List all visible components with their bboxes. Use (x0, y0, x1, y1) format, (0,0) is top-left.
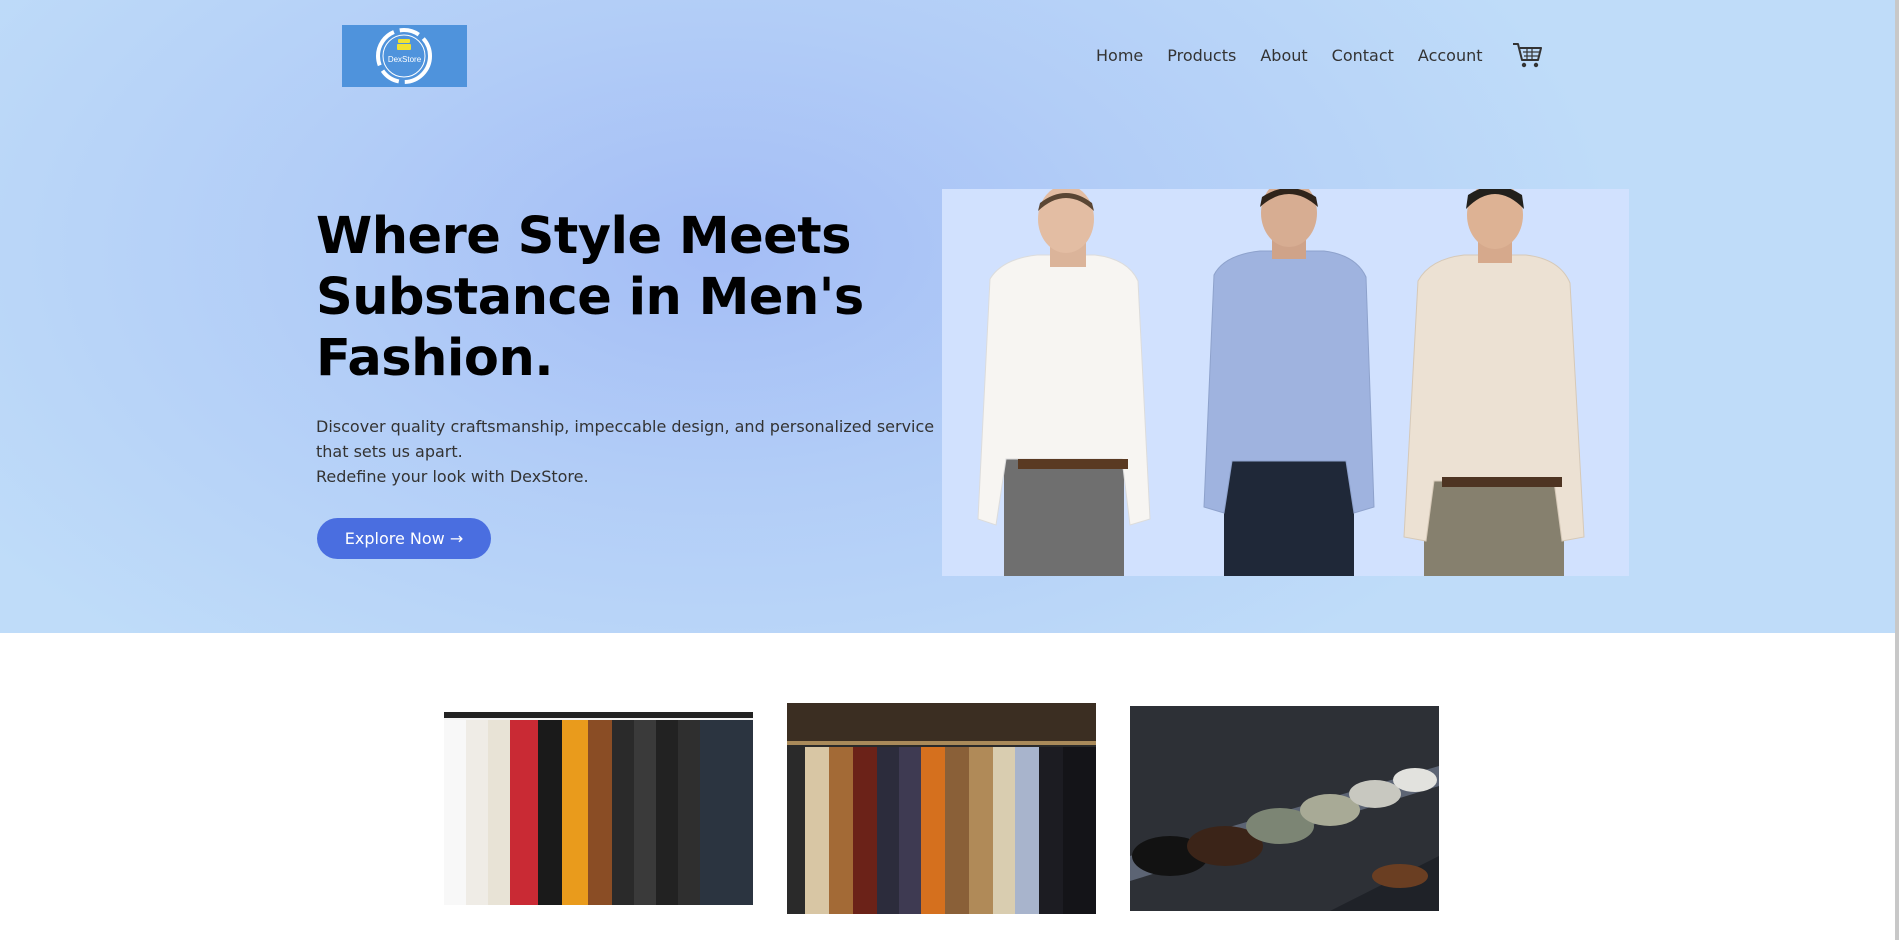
description-line: that sets us apart. (316, 442, 463, 461)
category-image-shoes[interactable] (1130, 706, 1439, 911)
brand-logo[interactable]: DexStore (342, 25, 467, 87)
nav-contact[interactable]: Contact (1332, 46, 1394, 65)
model-beige-shirt (1403, 181, 1585, 576)
headline-line: Fashion. (316, 329, 554, 388)
model-white-shirt (977, 185, 1151, 576)
nav-products[interactable]: Products (1167, 46, 1236, 65)
explore-now-button[interactable]: Explore Now → (317, 518, 491, 559)
headline-line: Where Style Meets (316, 207, 852, 266)
hero-description: Discover quality craftsmanship, impeccab… (316, 414, 956, 489)
headline-line: Substance in Men's (316, 268, 864, 327)
category-image-shirts[interactable] (444, 712, 753, 905)
category-image-pants[interactable] (787, 703, 1096, 914)
nav-about[interactable]: About (1260, 46, 1307, 65)
description-line: Discover quality craftsmanship, impeccab… (316, 417, 935, 436)
hero-models-image (942, 179, 1629, 576)
cart-icon[interactable] (1512, 40, 1542, 70)
hero-headline: Where Style Meets Substance in Men's Fas… (316, 206, 936, 389)
nav-home[interactable]: Home (1096, 46, 1143, 65)
logo-text: DexStore (387, 55, 422, 64)
nav-account[interactable]: Account (1418, 46, 1483, 65)
description-line: Redefine your look with DexStore. (316, 467, 589, 486)
model-blue-shirt (1203, 179, 1375, 576)
scrollbar[interactable] (1895, 0, 1899, 940)
main-nav: Home Products About Contact Account (1096, 46, 1507, 65)
